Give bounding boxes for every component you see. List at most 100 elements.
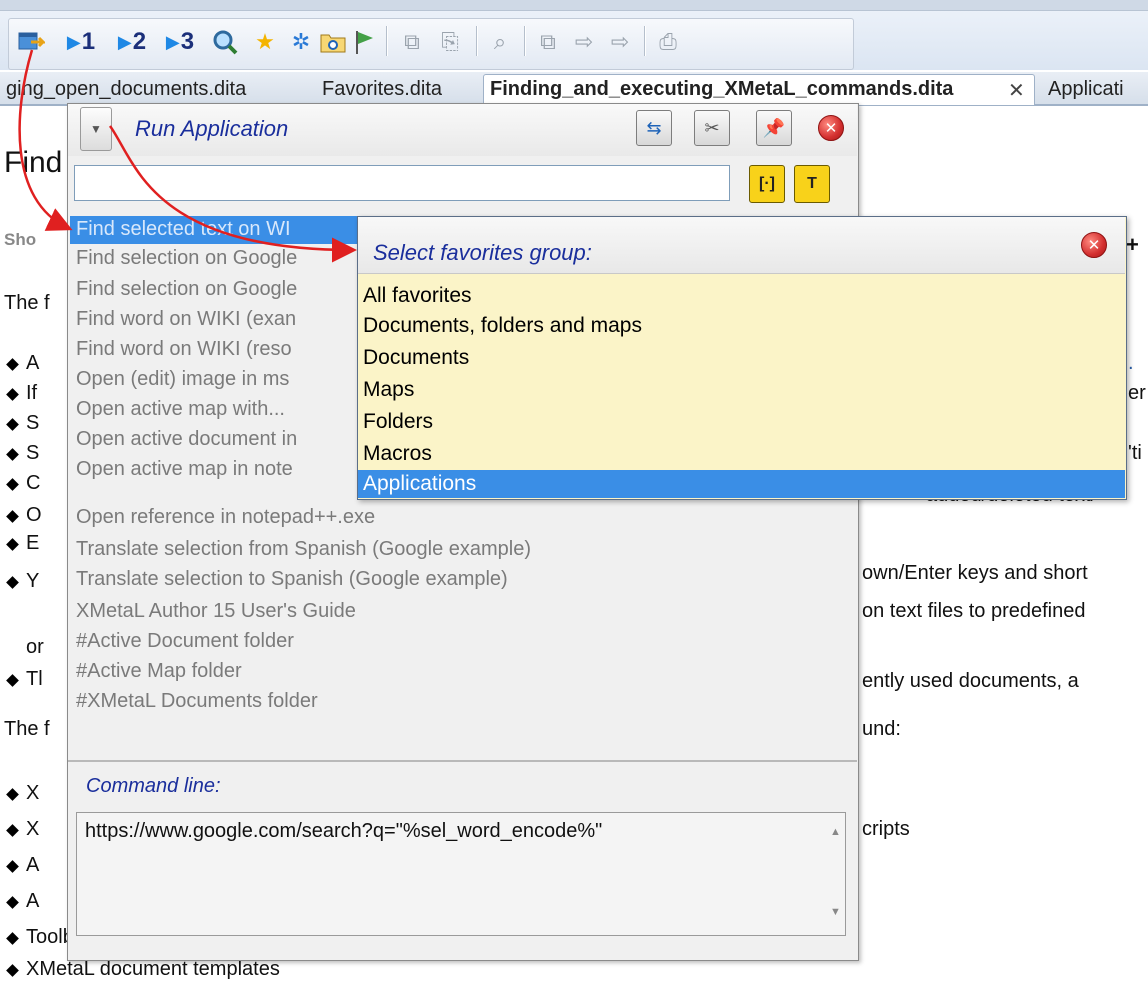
command-item[interactable]: #XMetaL Documents folder	[76, 687, 318, 716]
doc-bullet-text: A	[26, 352, 40, 374]
favorites-group-item-selected[interactable]: Applications	[363, 472, 476, 496]
favorites-group-item[interactable]: Documents	[363, 346, 469, 370]
doc-bullet-tail: on text files to predefined	[862, 600, 1086, 622]
command-item[interactable]: Find selection on Google	[76, 244, 297, 273]
forward-icon: ⇨	[574, 29, 594, 54]
copy-icon: ⧉	[404, 29, 420, 54]
settings-gear-icon[interactable]: ✲	[286, 25, 316, 59]
bullet	[6, 824, 19, 837]
doc-bullet2-tail: cripts	[862, 818, 910, 840]
favorites-group-item[interactable]: Folders	[363, 410, 433, 434]
doc-bullet-text: or	[26, 636, 44, 658]
tab-ging-open-documents[interactable]: ging_open_documents.dita	[6, 78, 246, 101]
tools-icon[interactable]: ✂	[694, 110, 730, 146]
command-item[interactable]: Find selection on Google	[76, 275, 297, 304]
command-item[interactable]: Open active map with...	[76, 395, 285, 424]
command-item[interactable]: #Active Map folder	[76, 657, 242, 686]
bookmark-3-button[interactable]: ▶ 3	[162, 25, 198, 59]
favorites-group-item[interactable]: Maps	[363, 378, 414, 402]
bullet	[6, 478, 19, 491]
brackets-icon[interactable]: [·]	[749, 165, 785, 203]
command-item[interactable]: Find selected text on WI	[76, 215, 291, 244]
toolbar-separator	[386, 26, 388, 56]
doc-shortdesc: Sho	[4, 230, 37, 249]
tab-favorites[interactable]: Favorites.dita	[322, 78, 442, 101]
doc-bullet-text: If	[26, 382, 38, 404]
doc-bullet2-text: XMetaL document templates	[26, 958, 280, 980]
search-icon[interactable]	[210, 25, 240, 59]
properties-icon: ⎙	[659, 29, 677, 54]
close-icon[interactable]: ✕	[1081, 232, 1107, 258]
doc-plus: +	[1126, 232, 1139, 257]
bullet	[6, 964, 19, 977]
bullet	[6, 932, 19, 945]
back-arrow-icon[interactable]: ⇆	[636, 110, 672, 146]
bullet	[6, 576, 19, 589]
doc-bullet-text: E	[26, 532, 40, 554]
command-line-label: Command line:	[86, 775, 221, 797]
favorites-group-item[interactable]: Macros	[363, 442, 432, 466]
doc-bullet-tail: own/Enter keys and short	[862, 562, 1088, 584]
doc-intro2-tail: und:	[862, 718, 901, 740]
doc-bullet2-text: X	[26, 818, 40, 840]
command-item[interactable]: #Active Document folder	[76, 627, 294, 656]
doc-bullet-tail: .	[1128, 352, 1134, 374]
bullet	[6, 358, 19, 371]
bullet	[6, 448, 19, 461]
favorite-folder-icon[interactable]	[318, 25, 348, 59]
doc-bullet-text: S	[26, 442, 40, 464]
command-item[interactable]: Open (edit) image in ms	[76, 365, 289, 394]
favorites-group-item[interactable]: All favorites	[363, 284, 472, 308]
command-item[interactable]: Find word on WIKI (exan	[76, 305, 296, 334]
command-item[interactable]: Translate selection to Spanish (Google e…	[76, 565, 508, 594]
text-t-icon[interactable]: T	[794, 165, 830, 203]
run-application-icon[interactable]	[16, 25, 46, 59]
pin-icon[interactable]: 📌	[756, 110, 792, 146]
doc-bullet-text: Tl	[26, 668, 43, 690]
favorites-group-dropdown-button[interactable]: ▼	[80, 107, 112, 151]
command-item[interactable]: Find word on WIKI (reso	[76, 335, 292, 364]
doc-bullet2-text: A	[26, 854, 40, 876]
doc-intro: The f	[4, 292, 50, 314]
toolbar-separator	[476, 26, 478, 56]
doc-intro2: The f	[4, 718, 50, 740]
command-item[interactable]: Open active map in note	[76, 455, 293, 484]
favorites-group-item[interactable]: Documents, folders and maps	[363, 314, 642, 338]
map-icon: ⧉	[540, 29, 556, 54]
paste-icon: ⎘	[441, 29, 459, 54]
toolbar-separator	[524, 26, 526, 56]
command-search-input[interactable]	[74, 165, 730, 201]
close-icon[interactable]: ✕	[818, 115, 844, 141]
scroll-up-arrow[interactable]: ▲	[830, 826, 841, 838]
bullet	[6, 860, 19, 873]
tab-applications[interactable]: Applicati	[1048, 78, 1124, 101]
bullet	[6, 896, 19, 909]
doc-bullet-text: S	[26, 412, 40, 434]
tab-close-icon[interactable]: ✕	[1008, 78, 1025, 103]
doc-bullet2-text: X	[26, 782, 40, 804]
doc-bullet-tail: er	[1128, 382, 1146, 404]
bullet	[6, 418, 19, 431]
command-line-separator	[68, 760, 857, 762]
command-item[interactable]: Open active document in	[76, 425, 297, 454]
bullet	[6, 510, 19, 523]
bullet	[6, 388, 19, 401]
flag-icon[interactable]	[350, 25, 380, 59]
command-item[interactable]: Open reference in notepad++.exe	[76, 503, 375, 532]
bullet	[6, 674, 19, 687]
remove-icon: ⇨	[610, 29, 630, 54]
tab-finding-and-executing[interactable]: Finding_and_executing_XMetaL_commands.di…	[490, 78, 953, 101]
bookmark-1-button[interactable]: ▶ 1	[64, 25, 98, 59]
command-line-value[interactable]: https://www.google.com/search?q="%sel_wo…	[85, 820, 602, 843]
scroll-down-arrow[interactable]: ▼	[830, 906, 841, 918]
doc-bullet2-text: A	[26, 890, 40, 912]
bullet	[6, 538, 19, 551]
toolbar-separator	[644, 26, 646, 56]
command-item[interactable]: Translate selection from Spanish (Google…	[76, 535, 531, 564]
favorites-star-icon[interactable]: ★	[250, 25, 280, 59]
doc-bullet-text: O	[26, 504, 42, 526]
command-item[interactable]: XMetaL Author 15 User's Guide	[76, 597, 356, 626]
doc-bullet-tail: 'ti	[1128, 442, 1142, 464]
doc-bullet-text: C	[26, 472, 41, 494]
bookmark-2-button[interactable]: ▶ 2	[114, 25, 150, 59]
